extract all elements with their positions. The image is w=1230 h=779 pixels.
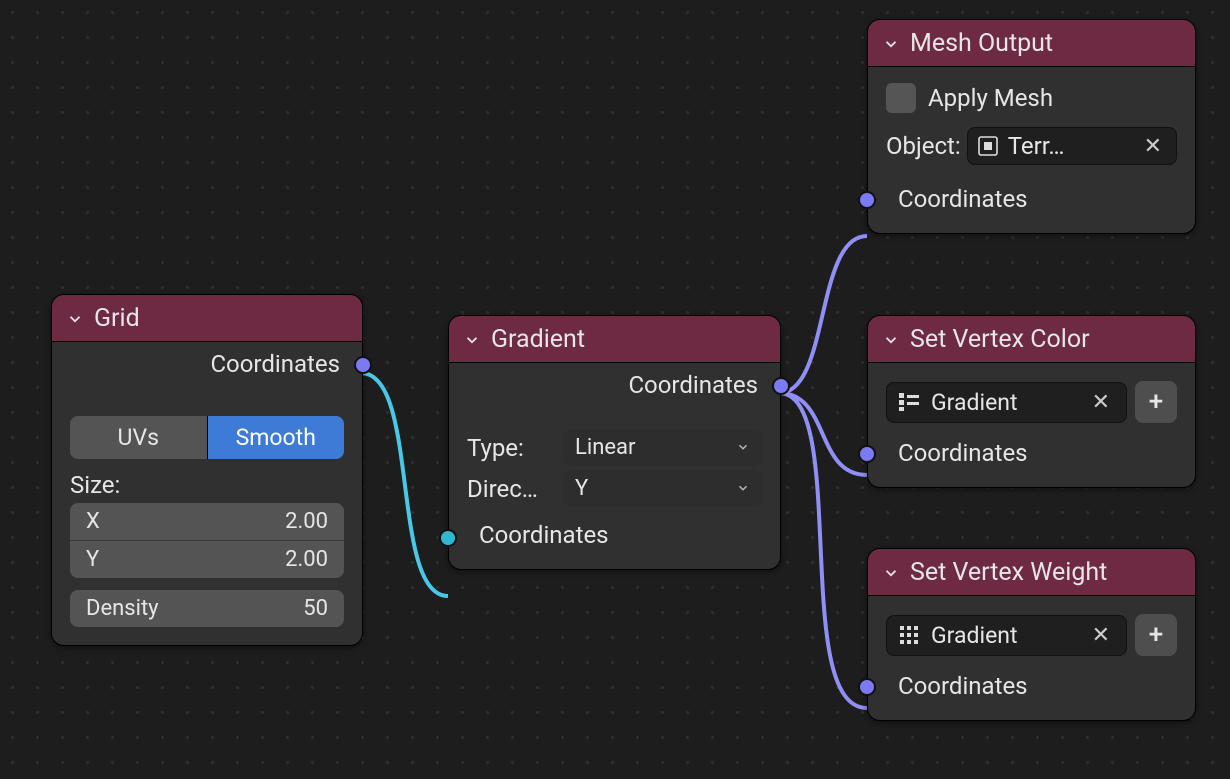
select-value: Linear <box>575 435 635 460</box>
object-icon <box>976 134 1000 158</box>
vertex-color-icon <box>897 390 921 414</box>
vertex-group-icon <box>897 623 921 647</box>
slider-label: Y <box>86 547 99 572</box>
slider-label: X <box>86 509 100 534</box>
apply-mesh-checkbox[interactable] <box>886 83 916 113</box>
node-set-vertex-color[interactable]: Set Vertex Color Gradient <box>867 315 1196 488</box>
type-select[interactable]: Linear <box>563 429 762 466</box>
node-title: Grid <box>94 304 140 333</box>
toggle-smooth[interactable]: Smooth <box>208 416 345 459</box>
object-value: Terr… <box>1008 132 1130 160</box>
type-label: Type: <box>467 434 553 462</box>
chevron-down-icon <box>736 435 750 460</box>
apply-mesh-label: Apply Mesh <box>928 84 1053 112</box>
attribute-value: Gradient <box>931 622 1076 649</box>
direction-select[interactable]: Y <box>563 470 762 507</box>
node-title: Mesh Output <box>910 29 1053 58</box>
slider-value: 2.00 <box>285 509 328 534</box>
node-header[interactable]: Set Vertex Weight <box>868 549 1195 596</box>
select-value: Y <box>575 476 588 501</box>
output-socket[interactable] <box>772 377 790 395</box>
input-socket[interactable] <box>858 191 876 209</box>
output-socket-label: Coordinates <box>628 371 758 399</box>
direction-label: Direc… <box>467 475 553 503</box>
add-attribute-button[interactable]: + <box>1135 614 1177 656</box>
output-socket[interactable] <box>354 356 372 374</box>
clear-object-button[interactable]: ✕ <box>1138 134 1168 159</box>
collapse-chevron-icon[interactable] <box>882 564 900 582</box>
node-mesh-output[interactable]: Mesh Output Apply Mesh Object: Terr… ✕ <box>867 19 1196 234</box>
size-label: Size: <box>52 467 362 503</box>
node-title: Set Vertex Weight <box>910 558 1107 587</box>
toggle-uvs[interactable]: UVs <box>70 416 208 459</box>
toggle-uvs-smooth[interactable]: UVs Smooth <box>70 416 344 459</box>
node-header[interactable]: Set Vertex Color <box>868 316 1195 363</box>
input-socket[interactable] <box>439 529 457 547</box>
size-y-slider[interactable]: Y 2.00 <box>70 540 344 578</box>
object-field[interactable]: Terr… ✕ <box>967 127 1177 165</box>
output-socket-label: Coordinates <box>210 350 340 378</box>
density-slider[interactable]: Density 50 <box>70 590 344 627</box>
node-editor-canvas[interactable]: Grid Coordinates UVs Smooth Size: X 2.00… <box>0 0 1230 779</box>
node-gradient[interactable]: Gradient Coordinates Type: Linear Direc…… <box>448 315 781 570</box>
slider-value: 2.00 <box>285 547 328 572</box>
input-socket-label: Coordinates <box>898 185 1028 213</box>
node-header[interactable]: Mesh Output <box>868 20 1195 67</box>
attribute-value: Gradient <box>931 389 1076 416</box>
input-socket-label: Coordinates <box>479 521 609 549</box>
slider-label: Density <box>86 596 159 621</box>
node-set-vertex-weight[interactable]: Set Vertex Weight <box>867 548 1196 721</box>
size-x-slider[interactable]: X 2.00 <box>70 503 344 540</box>
clear-attribute-button[interactable]: ✕ <box>1086 623 1116 648</box>
collapse-chevron-icon[interactable] <box>463 331 481 349</box>
node-title: Gradient <box>491 325 585 354</box>
node-title: Set Vertex Color <box>910 325 1090 354</box>
clear-attribute-button[interactable]: ✕ <box>1086 390 1116 415</box>
object-label: Object: <box>886 132 961 160</box>
add-attribute-button[interactable]: + <box>1135 381 1177 423</box>
collapse-chevron-icon[interactable] <box>882 331 900 349</box>
input-socket[interactable] <box>858 678 876 696</box>
slider-value: 50 <box>303 596 328 621</box>
vweight-attribute-field[interactable]: Gradient ✕ <box>886 615 1127 656</box>
input-socket[interactable] <box>858 445 876 463</box>
node-header[interactable]: Grid <box>52 295 362 342</box>
vcolor-attribute-field[interactable]: Gradient ✕ <box>886 382 1127 423</box>
input-socket-label: Coordinates <box>898 672 1028 700</box>
collapse-chevron-icon[interactable] <box>882 35 900 53</box>
node-grid[interactable]: Grid Coordinates UVs Smooth Size: X 2.00… <box>51 294 363 646</box>
chevron-down-icon <box>736 476 750 501</box>
node-header[interactable]: Gradient <box>449 316 780 363</box>
input-socket-label: Coordinates <box>898 439 1028 467</box>
collapse-chevron-icon[interactable] <box>66 310 84 328</box>
